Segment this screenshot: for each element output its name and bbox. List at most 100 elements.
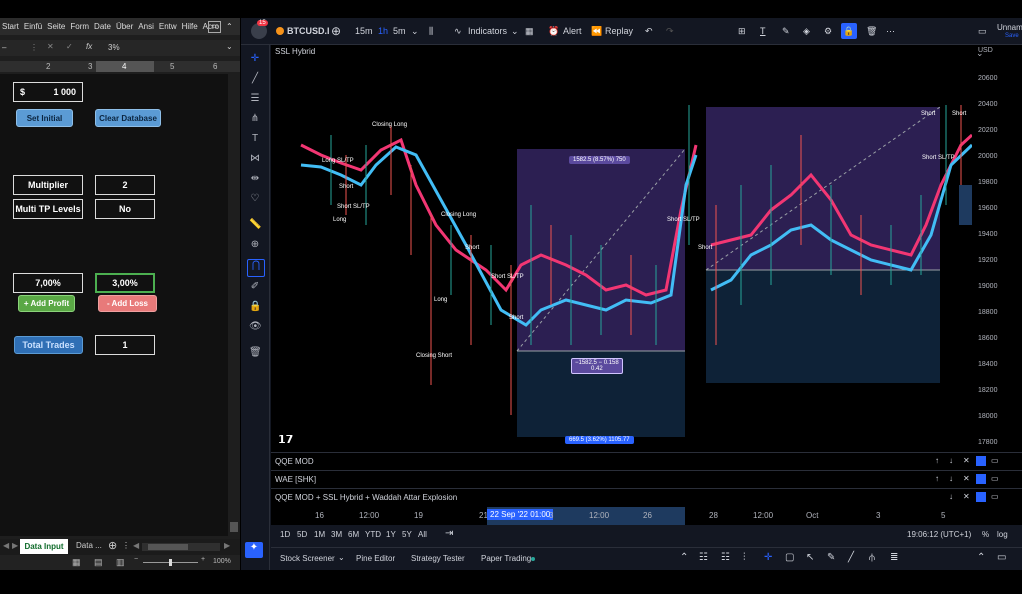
layout-window-icon[interactable]: ▭ bbox=[978, 18, 987, 44]
trendline-icon[interactable]: ╱ bbox=[249, 73, 261, 85]
more-icon[interactable]: ⋯ bbox=[886, 18, 895, 44]
replay-icon[interactable]: ⏪ bbox=[591, 18, 602, 44]
pane-title-qqe[interactable]: QQE MOD bbox=[275, 457, 314, 466]
layout-grid-icon[interactable]: ⊞ bbox=[738, 18, 746, 44]
interval-1h[interactable]: 1h bbox=[378, 18, 388, 44]
pane-collapse-icon[interactable] bbox=[976, 474, 986, 484]
layout-save[interactable]: Save bbox=[1005, 33, 1019, 39]
lock-icon[interactable]: 🔒 bbox=[841, 23, 857, 39]
pane-close-icon[interactable]: ✕ bbox=[963, 456, 970, 465]
menu-developer[interactable]: Entw bbox=[159, 18, 177, 35]
crosshair-icon[interactable]: ✛ bbox=[249, 53, 261, 65]
lock-drawings-icon[interactable]: 🔒 bbox=[249, 301, 261, 313]
tab-scroll-left-icon[interactable]: ◀ bbox=[3, 541, 9, 550]
zoom-slider[interactable] bbox=[143, 559, 198, 566]
cancel-icon[interactable]: ✕ bbox=[47, 42, 54, 51]
add-profit-button[interactable]: + Add Profit bbox=[18, 295, 75, 312]
templates-icon[interactable]: ▦ bbox=[525, 18, 534, 44]
menu-view[interactable]: Ansi bbox=[138, 18, 154, 35]
prediction-icon[interactable]: ⇹ bbox=[249, 173, 261, 185]
percent-toggle[interactable]: % bbox=[982, 530, 989, 539]
clock[interactable]: 19:06:12 (UTC+1) bbox=[907, 530, 971, 539]
tab-stock-screener[interactable]: Stock Screener bbox=[280, 554, 335, 563]
chart-type-icon[interactable]: ⫼ bbox=[429, 18, 433, 44]
profit-label[interactable]: 1582.5 (8.57%) 750 bbox=[569, 156, 630, 164]
add-sheet-icon[interactable]: ⊕ bbox=[108, 539, 117, 552]
horizontal-lines-icon[interactable]: ☰ bbox=[249, 93, 261, 105]
star-icon[interactable]: ✦ bbox=[245, 542, 263, 558]
hscroll-thumb[interactable] bbox=[148, 544, 188, 550]
bottom-tool-icon[interactable]: ≣ bbox=[890, 552, 898, 563]
pane-down-icon[interactable]: ↓ bbox=[949, 492, 953, 501]
vertical-scrollbar[interactable] bbox=[228, 74, 240, 536]
zoom-slider-thumb[interactable] bbox=[169, 559, 172, 566]
bottom-crosshair-icon[interactable]: ✛ bbox=[764, 552, 772, 563]
magnet-icon[interactable]: ⋂ bbox=[247, 259, 265, 277]
page-break-icon[interactable]: ▥ bbox=[116, 557, 125, 568]
layout-name[interactable]: Unnam bbox=[997, 23, 1022, 32]
page-layout-icon[interactable]: ▤ bbox=[94, 557, 103, 568]
set-initial-button[interactable]: Set Initial bbox=[16, 109, 73, 127]
pane-maximize-icon[interactable]: ▭ bbox=[991, 474, 999, 483]
interval-15m[interactable]: 15m bbox=[355, 18, 373, 44]
tab-strategy-tester[interactable]: Strategy Tester bbox=[411, 554, 465, 563]
undo-icon[interactable]: ↶ bbox=[645, 18, 653, 44]
remove-drawings-icon[interactable]: 🗑 bbox=[249, 347, 262, 359]
col-header[interactable]: 2 bbox=[46, 61, 50, 72]
col-header[interactable]: 3 bbox=[88, 61, 92, 72]
pane-down-icon[interactable]: ↓ bbox=[949, 474, 953, 483]
log-toggle[interactable]: log bbox=[997, 530, 1008, 539]
eye-icon[interactable]: 👁 bbox=[249, 321, 262, 333]
settings-gear-icon[interactable]: ⚙ bbox=[824, 18, 832, 44]
col-header[interactable]: 4 bbox=[122, 61, 126, 72]
formula-input[interactable]: 3% bbox=[108, 43, 120, 52]
loss-percent-cell[interactable]: 3,00% bbox=[95, 273, 155, 293]
pane-wae[interactable]: WAE [SHK] ↑ ↓ ✕ ▭ bbox=[271, 470, 1022, 489]
pitchfork-icon[interactable]: ⋔ bbox=[249, 113, 261, 125]
zoom-out-icon[interactable]: − bbox=[134, 556, 138, 563]
position-label[interactable]: −1582.5 − 0.158 0.42 bbox=[571, 358, 623, 374]
zoom-in-icon[interactable]: + bbox=[201, 556, 205, 563]
col-header[interactable]: 5 bbox=[170, 61, 174, 72]
replay-button[interactable]: Replay bbox=[605, 18, 633, 44]
clear-database-button[interactable]: Clear Database bbox=[95, 109, 161, 127]
fill-icon[interactable]: ◈ bbox=[803, 18, 810, 44]
bottom-maximize-icon[interactable]: ▭ bbox=[997, 552, 1006, 563]
interval-5m[interactable]: 5m bbox=[393, 18, 406, 44]
tf-1m[interactable]: 1M bbox=[314, 530, 325, 539]
tf-5d[interactable]: 5D bbox=[297, 530, 307, 539]
add-loss-button[interactable]: - Add Loss bbox=[98, 295, 157, 312]
menu-start[interactable]: Start bbox=[2, 18, 19, 35]
namebox-dash[interactable]: – bbox=[2, 43, 6, 52]
pane-collapse-icon[interactable] bbox=[976, 456, 986, 466]
trash-icon[interactable]: 🗑 bbox=[866, 18, 877, 44]
menu-data[interactable]: Date bbox=[94, 18, 111, 35]
price-chart[interactable]: SSL Hybrid 1582.5 (8.57%) 750 −1582.5 − … bbox=[271, 45, 972, 452]
tab-pine-editor[interactable]: Pine Editor bbox=[356, 554, 395, 563]
price-axis[interactable]: USD 20600 20400 20200 20000 19800 19600 … bbox=[972, 45, 1022, 452]
text-tool-icon[interactable]: T bbox=[760, 18, 766, 44]
normal-view-icon[interactable]: ▦ bbox=[72, 557, 81, 568]
zoom-icon[interactable]: ⊕ bbox=[249, 239, 261, 251]
tf-5y[interactable]: 5Y bbox=[402, 530, 412, 539]
pane-close-icon[interactable]: ✕ bbox=[963, 492, 970, 501]
tf-6m[interactable]: 6M bbox=[348, 530, 359, 539]
stay-drawing-icon[interactable]: ✐ bbox=[249, 281, 261, 293]
tf-1d[interactable]: 1D bbox=[280, 530, 290, 539]
bottom-cursor-icon[interactable]: ↖ bbox=[806, 552, 814, 563]
sheet-options-icon[interactable]: ⋮ bbox=[122, 541, 130, 550]
money-cell[interactable]: $ 1 000 bbox=[13, 82, 83, 102]
profit-percent-cell[interactable]: 7,00% bbox=[13, 273, 83, 293]
compare-add-icon[interactable]: ⊕ bbox=[331, 18, 341, 44]
bottom-tool-icon[interactable]: ☷ bbox=[699, 552, 708, 563]
date-range-icon[interactable]: ⇥ bbox=[445, 528, 453, 539]
tab-scroll-right-icon[interactable]: ▶ bbox=[12, 541, 18, 550]
menu-help[interactable]: Hilfe bbox=[182, 18, 198, 35]
screener-dropdown-icon[interactable]: ⌄ bbox=[338, 553, 345, 562]
menu-insert[interactable]: Einfü bbox=[24, 18, 42, 35]
tf-1y[interactable]: 1Y bbox=[386, 530, 396, 539]
brush-icon[interactable]: ✎ bbox=[782, 18, 790, 44]
bottom-tool-icon[interactable]: ▢ bbox=[785, 552, 794, 563]
pane-title-wae[interactable]: WAE [SHK] bbox=[275, 475, 316, 484]
redo-icon[interactable]: ↷ bbox=[666, 18, 674, 44]
